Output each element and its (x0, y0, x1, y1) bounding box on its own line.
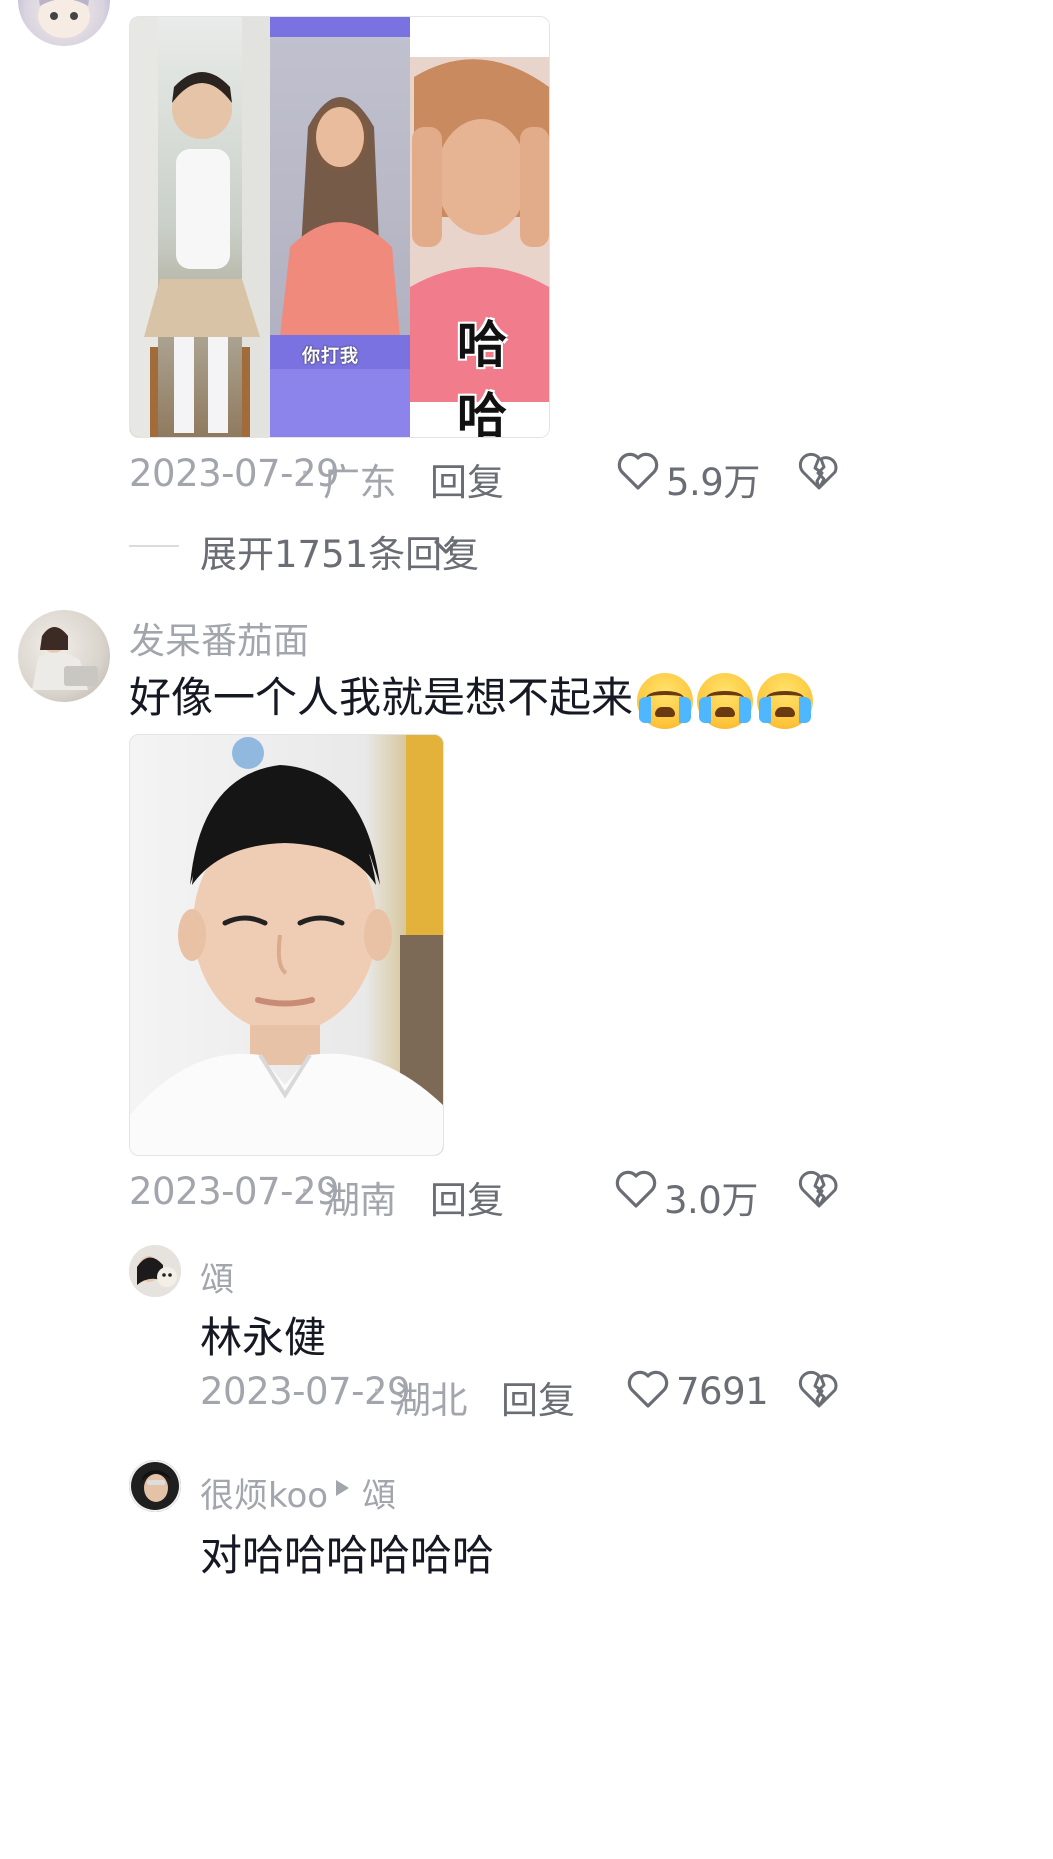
reply-text: 林永健 (200, 1313, 327, 1362)
reply-location: 湖北 (394, 1379, 468, 1422)
dislike-broken-heart-icon[interactable] (798, 1369, 840, 1409)
crying-emoji-icon (757, 672, 814, 729)
reply-button[interactable]: 回复 (430, 452, 504, 506)
comment-text: 好像一个人我就是想不起来 (129, 664, 814, 729)
heart-icon[interactable] (627, 1369, 669, 1409)
comment-location: 广东 (323, 461, 397, 504)
replier-avatar[interactable] (129, 1460, 181, 1512)
like-count: 5.9万 (666, 461, 760, 504)
image-caption-middle: 你打我 (302, 346, 359, 367)
reply-button[interactable]: 回复 (501, 1370, 575, 1424)
avatar-photo (129, 1245, 181, 1297)
reply-button[interactable]: 回复 (430, 1170, 504, 1224)
commenter-avatar[interactable] (18, 610, 110, 702)
heart-icon[interactable] (617, 451, 659, 491)
image-caption-right: 哈哈 (457, 316, 507, 438)
reply-text: 对哈哈哈哈哈哈 (200, 1531, 495, 1580)
username[interactable]: 很烦koo (200, 1468, 328, 1517)
avatar-illustration (38, 0, 90, 38)
dislike-broken-heart-icon[interactable] (798, 1169, 840, 1209)
reply-arrow-icon (336, 1480, 349, 1496)
meta-separator: · (300, 1174, 310, 1209)
expand-divider (129, 545, 179, 547)
username[interactable]: 頌 (200, 1252, 234, 1301)
like-count: 7691 (676, 1370, 769, 1413)
heart-icon[interactable] (615, 1169, 657, 1209)
chevron-down-icon[interactable] (432, 537, 460, 557)
avatar-photo (32, 627, 98, 690)
like-count: 3.0万 (664, 1179, 758, 1222)
avatar-photo (129, 1460, 181, 1512)
reply-to-username[interactable]: 頌 (362, 1468, 396, 1517)
replier-avatar[interactable] (129, 1245, 181, 1297)
meta-separator: · (372, 1374, 382, 1409)
comment-image-collage[interactable]: 你打我 哈哈 (129, 16, 550, 438)
crying-emoji-icon (637, 672, 694, 729)
meta-separator: · (300, 456, 310, 491)
comment-location: 湖南 (323, 1179, 397, 1222)
crying-emoji-icon (697, 672, 754, 729)
username[interactable]: 发呆番茄面 (129, 612, 309, 664)
dislike-broken-heart-icon[interactable] (798, 451, 840, 491)
comment-image-photo[interactable] (129, 734, 444, 1156)
boy-photo-illustration (130, 735, 443, 1155)
commenter-avatar[interactable] (18, 0, 110, 46)
